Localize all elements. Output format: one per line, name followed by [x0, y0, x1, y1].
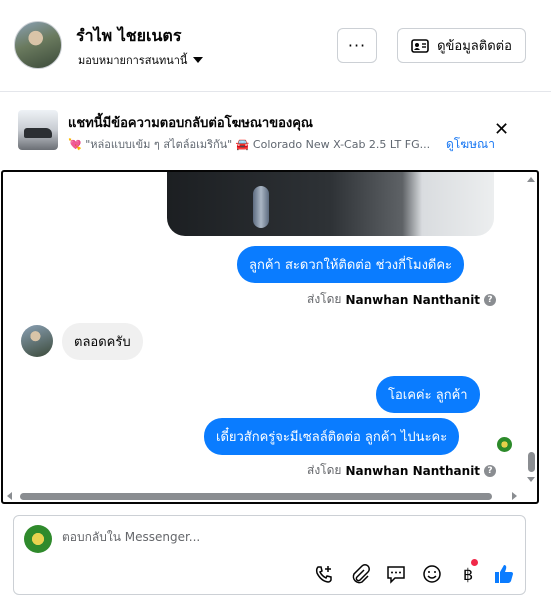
scroll-up-icon[interactable]: [527, 177, 535, 182]
sent-by-prefix: ส่งโดย: [307, 463, 342, 477]
paperclip-icon[interactable]: [349, 563, 371, 585]
notification-dot: [471, 559, 478, 566]
message-text: ตลอดครับ: [74, 335, 131, 350]
reply-input[interactable]: [62, 530, 362, 544]
assign-label: มอบหมายการสนทนานี้: [78, 54, 188, 67]
outgoing-message[interactable]: ลูกค้า สะดวกให้ติดต่อ ช่วงกี่โมงดีคะ: [237, 246, 465, 283]
sent-by-name: Nanwhan Nanthanit: [345, 463, 481, 478]
svg-text:฿: ฿: [463, 565, 473, 584]
view-contact-info-button[interactable]: ดูข้อมูลติดต่อ: [397, 28, 526, 63]
baht-icon[interactable]: ฿: [457, 559, 479, 585]
customer-avatar: [21, 325, 53, 357]
image-attachment[interactable]: [167, 172, 494, 236]
message-text: เดี๋ยวสักครู่จะมีเซลล์ติดต่อ ลูกค้า ไปนะ…: [216, 430, 448, 445]
contact-card-icon: [411, 38, 429, 53]
horizontal-scrollbar[interactable]: [3, 490, 537, 502]
vertical-scroll-thumb[interactable]: [528, 452, 535, 472]
close-banner-icon[interactable]: ✕: [494, 121, 509, 139]
conversation-header: รำไพ ไชยเนตร มอบหมายการสนทนานี้ ··· ดูข้…: [0, 0, 551, 92]
caret-down-icon: [193, 57, 204, 63]
scroll-right-icon[interactable]: [512, 492, 517, 500]
help-icon[interactable]: ?: [484, 293, 497, 306]
horizontal-scroll-thumb[interactable]: [20, 493, 492, 500]
phone-add-icon[interactable]: [313, 563, 335, 585]
view-ad-link[interactable]: ดูโฆษณา: [446, 135, 495, 154]
more-icon: ···: [347, 36, 367, 55]
ad-banner-title: แชทนี้มีข้อความตอบกลับต่อโฆษณาของคุณ: [68, 116, 313, 131]
sent-by-label: ส่งโดย Nanwhan Nanthanit ?: [307, 461, 497, 480]
vertical-scrollbar[interactable]: [524, 172, 537, 502]
message-text: โอเคค่ะ ลูกค้า: [388, 388, 468, 403]
contact-avatar[interactable]: [14, 21, 62, 69]
ad-reply-banner: แชทนี้มีข้อความตอบกลับต่อโฆษณาของคุณ 💘 "…: [0, 93, 551, 169]
composer-toolbar: ฿: [313, 559, 515, 585]
contact-name[interactable]: รำไพ ไชยเนตร: [76, 24, 181, 49]
more-options-button[interactable]: ···: [337, 28, 377, 63]
thumbs-up-icon[interactable]: [493, 563, 515, 585]
sent-by-prefix: ส่งโดย: [307, 292, 342, 306]
saved-reply-icon[interactable]: [385, 563, 407, 585]
help-icon[interactable]: ?: [484, 464, 497, 477]
scroll-left-icon[interactable]: [7, 492, 12, 500]
emoji-icon[interactable]: [421, 563, 443, 585]
outgoing-message[interactable]: เดี๋ยวสักครู่จะมีเซลล์ติดต่อ ลูกค้า ไปนะ…: [204, 418, 460, 455]
incoming-message[interactable]: ตลอดครับ: [62, 323, 143, 360]
assign-conversation-dropdown[interactable]: มอบหมายการสนทนานี้: [78, 51, 204, 69]
reply-composer: ฿: [13, 515, 526, 595]
message-text: ลูกค้า สะดวกให้ติดต่อ ช่วงกี่โมงดีคะ: [249, 258, 453, 273]
message-thread[interactable]: ลูกค้า สะดวกให้ติดต่อ ช่วงกี่โมงดีคะ ส่ง…: [1, 170, 539, 504]
sent-by-label: ส่งโดย Nanwhan Nanthanit ?: [307, 290, 497, 309]
scroll-down-icon[interactable]: [527, 477, 535, 482]
seen-avatar-icon: [497, 437, 512, 452]
ad-banner-subtitle: 💘 "หล่อแบบเข้ม ๆ สไตล์อเมริกัน" 🚘 Colora…: [68, 138, 431, 151]
contact-info-label: ดูข้อมูลติดต่อ: [437, 39, 512, 54]
ad-thumbnail: [18, 110, 58, 150]
sent-by-name: Nanwhan Nanthanit: [345, 292, 481, 307]
page-avatar: [24, 525, 52, 553]
outgoing-message[interactable]: โอเคค่ะ ลูกค้า: [376, 376, 480, 413]
